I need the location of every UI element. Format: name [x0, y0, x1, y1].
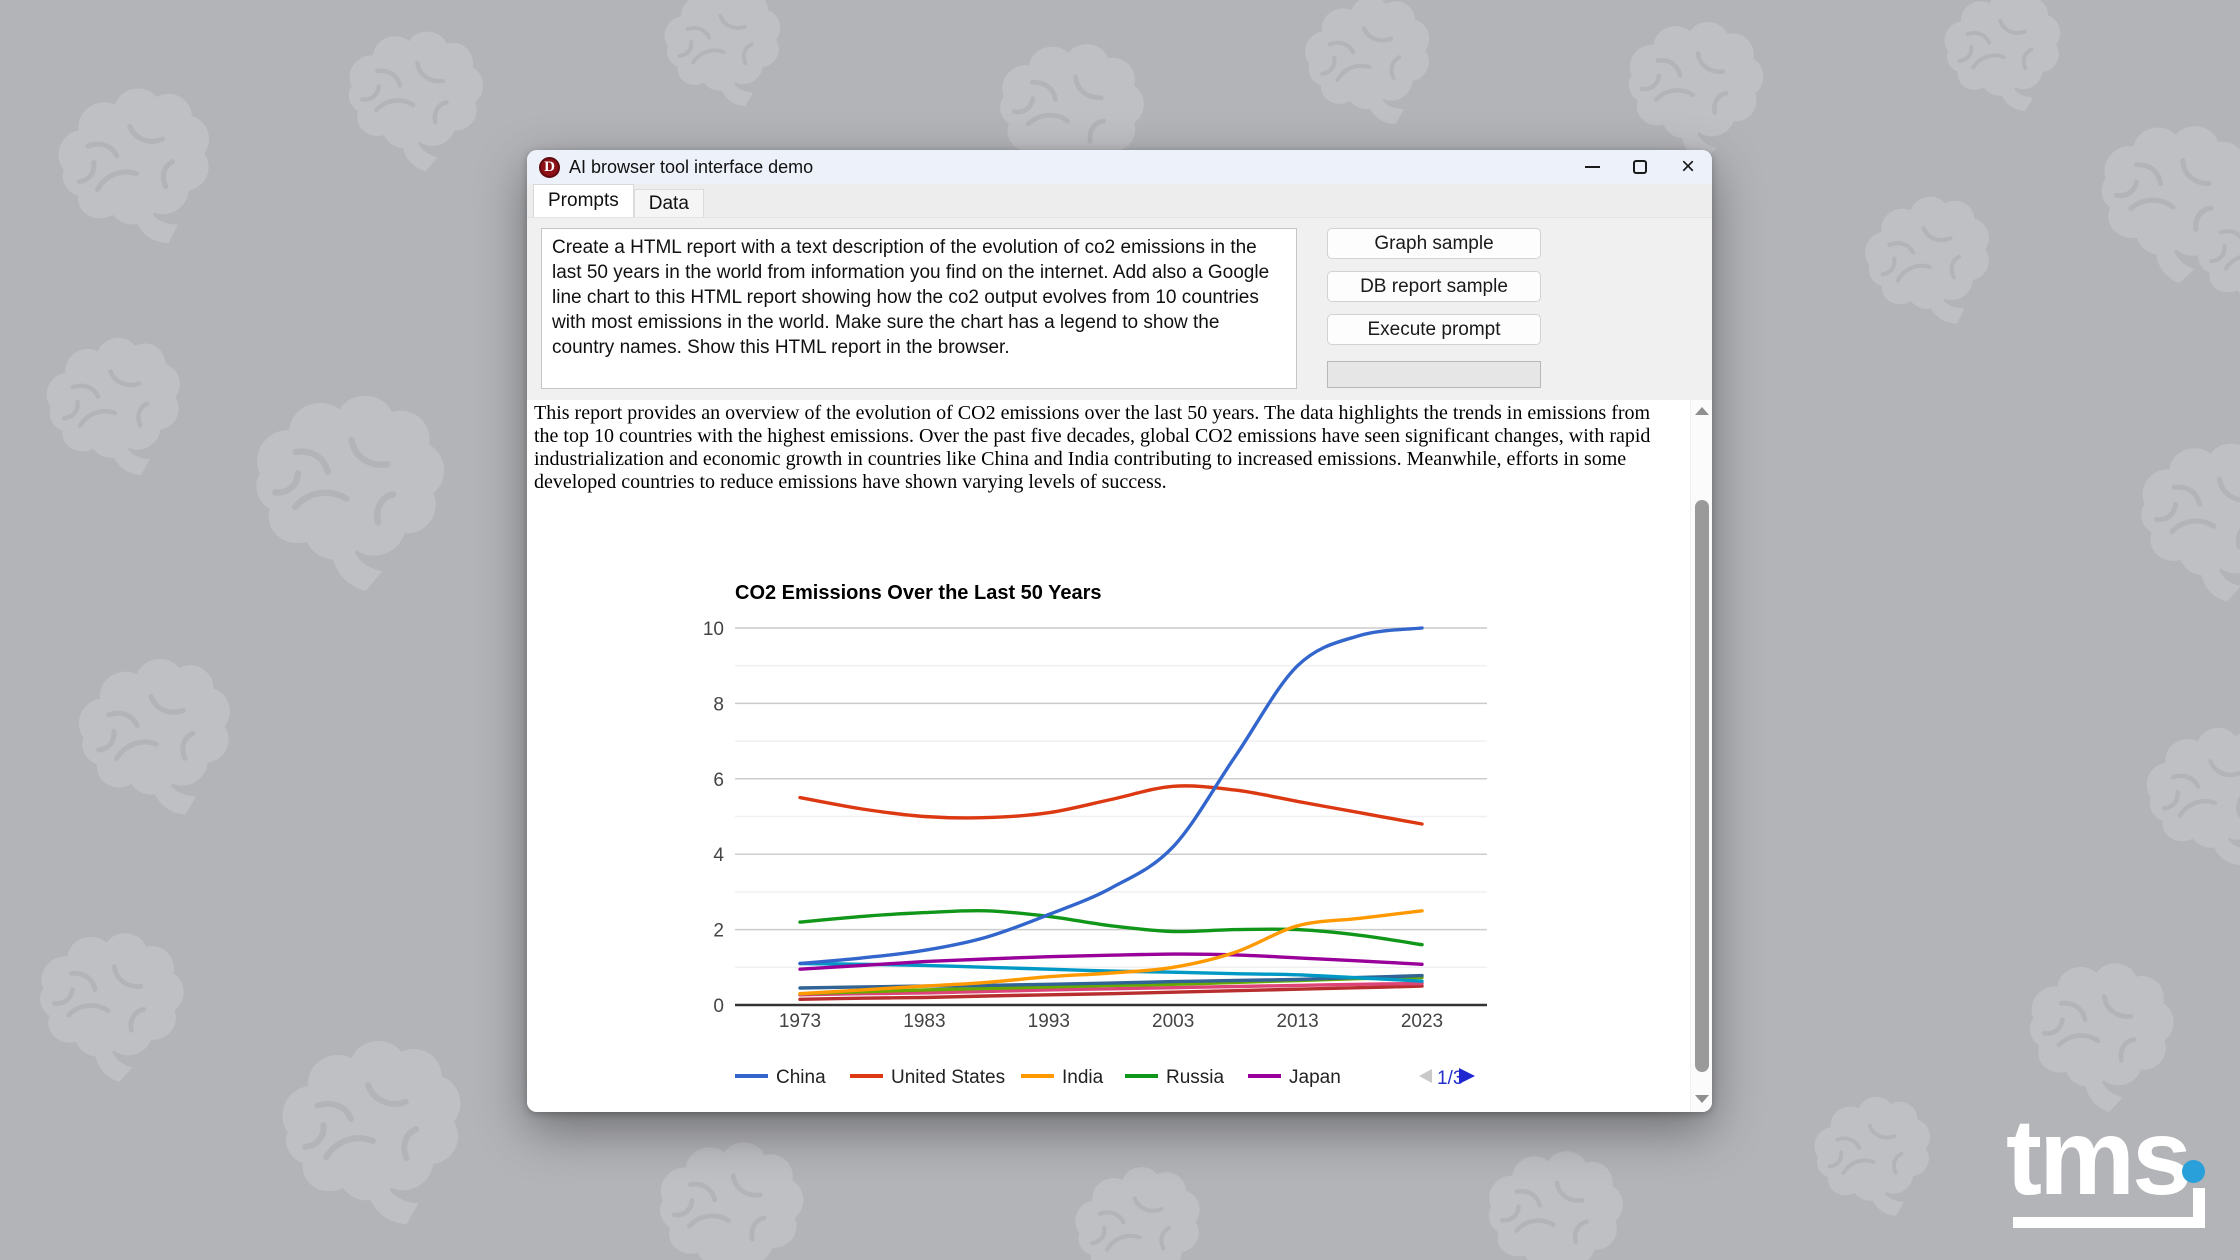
series-line-russia — [800, 911, 1422, 945]
x-tick-label: 2013 — [1276, 1011, 1318, 1032]
series-line-india — [800, 911, 1422, 994]
tms-logo-underline — [2013, 1217, 2205, 1228]
y-tick-label: 4 — [713, 845, 724, 866]
minimize-icon — [1585, 166, 1600, 168]
window-title: AI browser tool interface demo — [569, 157, 813, 178]
y-tick-label: 0 — [713, 996, 724, 1017]
delphi-app-icon: D — [539, 157, 560, 178]
brain-icon — [51, 79, 223, 256]
prompt-panel: Create a HTML report with a text descrip… — [527, 218, 1712, 400]
brain-icon — [29, 922, 191, 1089]
chart-title: CO2 Emissions Over the Last 50 Years — [735, 582, 1101, 604]
x-tick-label: 1993 — [1028, 1011, 1070, 1032]
y-tick-label: 6 — [713, 770, 724, 791]
db-report-sample-button[interactable]: DB report sample — [1327, 271, 1541, 302]
brain-icon — [1299, 0, 1441, 135]
legend-label-india: India — [1062, 1067, 1104, 1088]
legend-prev-page-icon — [1419, 1069, 1432, 1083]
scrollbar-thumb[interactable] — [1695, 500, 1709, 1072]
brain-icon — [73, 652, 240, 824]
graph-sample-button[interactable]: Graph sample — [1327, 228, 1541, 259]
brain-icon — [661, 0, 787, 113]
legend-next-page-icon[interactable] — [1459, 1068, 1475, 1084]
legend-label-russia: Russia — [1166, 1067, 1225, 1088]
tms-logo-dot — [2182, 1160, 2205, 1183]
brain-icon — [651, 1134, 809, 1260]
brain-icon — [1619, 13, 1769, 167]
progress-bar — [1327, 361, 1541, 388]
tms-logo-text: tms — [2006, 1094, 2189, 1219]
y-tick-label: 10 — [703, 619, 724, 640]
scroll-down-button[interactable] — [1691, 1090, 1712, 1108]
brain-icon — [1070, 1161, 1210, 1260]
x-tick-label: 1973 — [779, 1011, 821, 1032]
legend-label-japan: Japan — [1289, 1067, 1341, 1088]
co2-line-chart: 0 2 4 6 8 10 1973 1983 1993 2003 2013 2023 CO2 Emiss… — [700, 575, 1500, 1105]
execute-prompt-button[interactable]: Execute prompt — [1327, 314, 1541, 345]
brain-icon — [1941, 0, 2067, 118]
tab-bar: Prompts Data — [527, 184, 1712, 218]
series-line-united-states — [800, 786, 1422, 824]
scroll-up-button[interactable] — [1691, 402, 1712, 420]
report-browser-area: This report provides an overview of the … — [527, 400, 1712, 1112]
y-tick-label: 8 — [713, 694, 724, 715]
close-button[interactable]: × — [1664, 150, 1712, 184]
brain-icon — [1810, 1092, 1938, 1224]
scroll-down-icon — [1695, 1095, 1709, 1103]
scroll-up-icon — [1695, 407, 1709, 415]
titlebar[interactable]: D AI browser tool interface demo × — [527, 150, 1712, 184]
legend-label-united-states: United States — [891, 1067, 1005, 1088]
tms-logo: tms — [2006, 1112, 2232, 1242]
brain-icon — [2131, 433, 2240, 608]
x-tick-label: 1983 — [903, 1011, 945, 1032]
maximize-button[interactable] — [1616, 150, 1664, 184]
legend-label-china: China — [776, 1067, 826, 1088]
tab-prompts[interactable]: Prompts — [533, 184, 634, 217]
brain-icon — [1482, 1145, 1628, 1260]
maximize-icon — [1633, 160, 1647, 174]
close-icon: × — [1681, 155, 1695, 179]
minimize-button[interactable] — [1568, 150, 1616, 184]
x-tick-label: 2023 — [1401, 1011, 1443, 1032]
brain-icon — [246, 387, 450, 597]
brain-icon — [341, 24, 489, 176]
tab-data[interactable]: Data — [634, 189, 704, 217]
report-paragraph: This report provides an overview of the … — [534, 402, 1654, 494]
prompt-textarea[interactable]: Create a HTML report with a text descrip… — [541, 228, 1297, 389]
brain-icon — [277, 1034, 471, 1234]
y-tick-label: 2 — [713, 921, 724, 942]
brain-icon — [1858, 188, 2002, 336]
app-window: D AI browser tool interface demo × Promp… — [527, 150, 1712, 1112]
x-tick-label: 2003 — [1152, 1011, 1194, 1032]
report-scrollbar[interactable] — [1690, 400, 1712, 1112]
brain-icon — [41, 332, 189, 484]
brain-icon — [2141, 722, 2240, 874]
